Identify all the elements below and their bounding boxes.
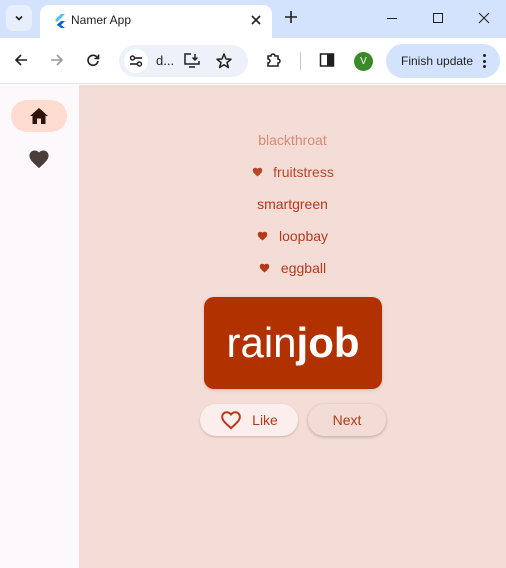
finish-update-button[interactable]: Finish update <box>386 44 500 78</box>
address-bar[interactable]: d... <box>119 45 248 77</box>
like-label: Like <box>252 412 278 428</box>
close-icon <box>478 12 490 24</box>
arrow-left-icon <box>14 54 27 66</box>
history-item[interactable]: smartgreen <box>79 189 506 219</box>
history-item[interactable]: blackthroat <box>79 125 506 155</box>
next-label: Next <box>332 412 362 428</box>
favorite-icon <box>251 166 263 178</box>
history-item[interactable]: fruitstress <box>79 157 506 187</box>
site-info-button[interactable] <box>124 49 148 73</box>
side-panel-icon <box>319 53 335 67</box>
chevron-down-icon <box>15 15 23 21</box>
history-word: loopbay <box>278 228 329 244</box>
favorite-icon <box>257 230 269 242</box>
more-vert-icon <box>480 52 488 70</box>
install-app-button[interactable] <box>183 52 201 75</box>
history-item[interactable]: eggball <box>79 253 506 283</box>
maximize-button[interactable] <box>424 6 452 30</box>
favorite-border-icon <box>220 410 242 430</box>
reload-button[interactable] <box>83 50 103 70</box>
next-button[interactable]: Next <box>308 404 386 436</box>
url-text: d... <box>156 53 175 68</box>
word-pair-second: job <box>296 319 360 366</box>
close-window-button[interactable] <box>470 6 498 30</box>
new-tab-button[interactable] <box>282 8 300 28</box>
plus-icon <box>285 11 297 23</box>
bookmark-button[interactable] <box>215 52 233 75</box>
history-word: smartgreen <box>257 196 328 212</box>
install-desktop-icon <box>184 53 200 68</box>
flutter-logo-icon <box>55 14 65 28</box>
back-button[interactable] <box>11 50 31 70</box>
finish-update-label: Finish update <box>401 54 474 68</box>
star-icon <box>216 53 232 69</box>
word-pair-first: rain <box>226 319 297 366</box>
nav-item-favorites[interactable] <box>11 143 67 175</box>
navigation-rail <box>0 85 79 568</box>
favorite-icon <box>259 262 271 274</box>
toolbar-divider <box>300 52 301 70</box>
maximize-icon <box>433 13 443 23</box>
tune-icon <box>129 55 143 67</box>
browser-tab[interactable]: Namer App <box>40 5 272 38</box>
profile-avatar[interactable]: V <box>354 52 373 71</box>
browser-titlebar: Namer App <box>0 0 506 38</box>
browser-toolbar: d... V Finish update <box>0 38 506 84</box>
history-item[interactable]: loopbay <box>79 221 506 251</box>
history-word: eggball <box>280 260 327 276</box>
tab-title: Namer App <box>71 13 132 27</box>
extensions-button[interactable] <box>264 50 284 70</box>
history-word: blackthroat <box>258 132 327 148</box>
forward-button[interactable] <box>47 50 67 70</box>
arrow-right-icon <box>51 54 64 66</box>
word-pair-card: rain job <box>204 297 382 389</box>
puzzle-icon <box>267 53 281 67</box>
nav-item-home[interactable] <box>11 100 67 132</box>
like-button[interactable]: Like <box>200 404 298 436</box>
reload-icon <box>87 54 100 67</box>
close-tab-button[interactable] <box>247 11 265 29</box>
minimize-button[interactable] <box>378 6 406 30</box>
home-icon <box>30 108 48 124</box>
generator-page: blackthroat fruitstress smartgreen loopb… <box>79 85 506 568</box>
history-word: fruitstress <box>273 164 334 180</box>
favorite-icon <box>29 150 49 169</box>
close-icon <box>251 15 261 25</box>
side-panel-button[interactable] <box>317 50 337 70</box>
minimize-icon <box>387 18 397 19</box>
tab-search-button[interactable] <box>6 5 32 31</box>
